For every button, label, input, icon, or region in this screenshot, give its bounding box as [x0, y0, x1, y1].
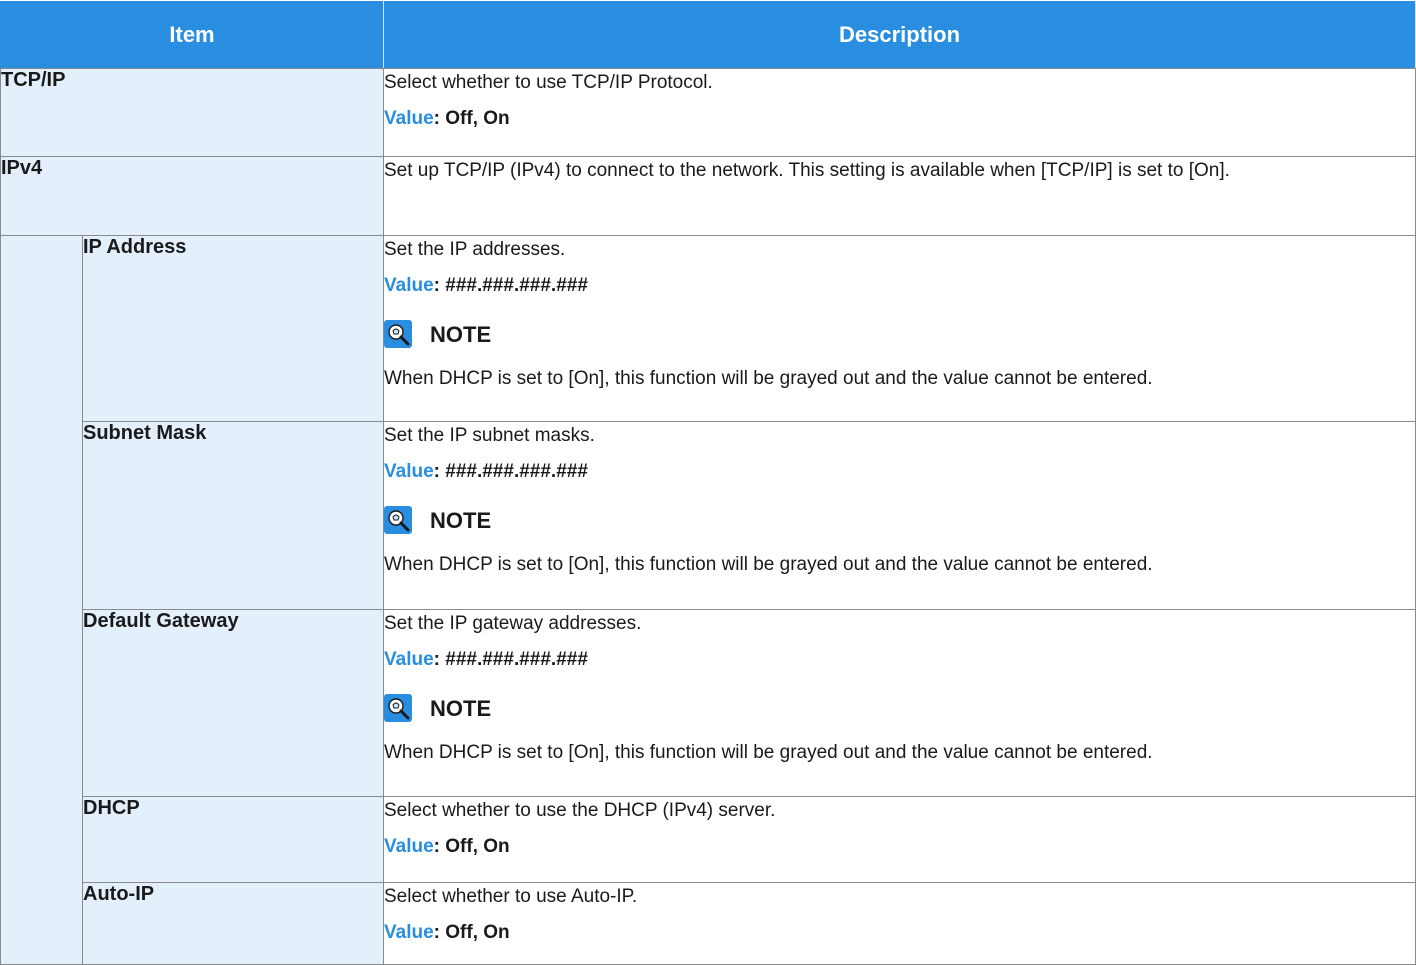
desc-ipv4: Set up TCP/IP (IPv4) to connect to the n…: [383, 156, 1416, 236]
desc-tcpip: Select whether to use TCP/IP Protocol. V…: [383, 68, 1416, 157]
value-line: Value: ###.###.###.###: [384, 272, 1415, 299]
desc-text: Select whether to use Auto-IP.: [384, 886, 638, 907]
value-text: : Off, On: [433, 922, 510, 943]
indent-cell: [0, 882, 83, 965]
note-text: When DHCP is set to [On], this function …: [384, 742, 1153, 763]
desc-subnet-mask: Set the IP subnet masks. Value: ###.###.…: [383, 421, 1416, 610]
lightbulb-magnifier-icon: [384, 320, 412, 348]
header-item: Item: [0, 0, 384, 69]
value-text: : ###.###.###.###: [433, 461, 588, 482]
desc-text: Select whether to use the DHCP (IPv4) se…: [384, 800, 776, 821]
value-label: Value: [384, 649, 434, 670]
table-row-tcpip: TCP/IP Select whether to use TCP/IP Prot…: [0, 68, 1416, 157]
table-row-auto-ip: Auto-IP Select whether to use Auto-IP. V…: [0, 882, 1416, 965]
desc-default-gateway: Set the IP gateway addresses. Value: ###…: [383, 609, 1416, 797]
value-line: Value: Off, On: [384, 833, 1415, 860]
desc-text: Set up TCP/IP (IPv4) to connect to the n…: [384, 160, 1230, 181]
value-label: Value: [384, 275, 434, 296]
value-label: Value: [384, 461, 434, 482]
item-subnet-mask: Subnet Mask: [82, 421, 384, 610]
indent-cell: [0, 421, 83, 610]
desc-text: Set the IP subnet masks.: [384, 425, 595, 446]
lightbulb-magnifier-icon: [384, 694, 412, 722]
item-ipv4: IPv4: [0, 156, 384, 236]
value-text: : ###.###.###.###: [433, 275, 588, 296]
desc-text: Set the IP gateway addresses.: [384, 613, 642, 634]
value-label: Value: [384, 922, 434, 943]
desc-dhcp: Select whether to use the DHCP (IPv4) se…: [383, 796, 1416, 883]
table-row-dhcp: DHCP Select whether to use the DHCP (IPv…: [0, 796, 1416, 883]
desc-auto-ip: Select whether to use Auto-IP. Value: Of…: [383, 882, 1416, 965]
lightbulb-magnifier-icon: [384, 506, 412, 534]
item-auto-ip: Auto-IP: [82, 882, 384, 965]
item-dhcp: DHCP: [82, 796, 384, 883]
note-heading: NOTE: [384, 503, 1415, 537]
settings-table: Item Description TCP/IP Select whether t…: [0, 0, 1416, 965]
desc-text: Set the IP addresses.: [384, 239, 566, 260]
table-row-ipv4: IPv4 Set up TCP/IP (IPv4) to connect to …: [0, 156, 1416, 236]
note-text: When DHCP is set to [On], this function …: [384, 554, 1153, 575]
value-text: : Off, On: [433, 836, 510, 857]
table-row-ip-address: IP Address Set the IP addresses. Value: …: [0, 235, 1416, 422]
table-row-subnet-mask: Subnet Mask Set the IP subnet masks. Val…: [0, 421, 1416, 610]
indent-cell: [0, 609, 83, 797]
desc-ip-address: Set the IP addresses. Value: ###.###.###…: [383, 235, 1416, 422]
item-ip-address: IP Address: [82, 235, 384, 422]
note-heading: NOTE: [384, 691, 1415, 725]
value-line: Value: Off, On: [384, 919, 1415, 946]
value-line: Value: ###.###.###.###: [384, 458, 1415, 485]
note-title: NOTE: [430, 695, 492, 721]
value-label: Value: [384, 836, 434, 857]
value-line: Value: Off, On: [384, 105, 1415, 132]
note-title: NOTE: [430, 507, 492, 533]
table-row-default-gateway: Default Gateway Set the IP gateway addre…: [0, 609, 1416, 797]
item-default-gateway: Default Gateway: [82, 609, 384, 797]
value-text: : ###.###.###.###: [433, 649, 588, 670]
value-line: Value: ###.###.###.###: [384, 646, 1415, 673]
indent-cell: [0, 235, 83, 422]
header-description: Description: [383, 0, 1416, 69]
note-title: NOTE: [430, 321, 492, 347]
desc-text: Select whether to use TCP/IP Protocol.: [384, 72, 713, 93]
item-tcpip: TCP/IP: [0, 68, 384, 157]
indent-cell: [0, 796, 83, 883]
value-text: : Off, On: [433, 108, 510, 129]
table-header-row: Item Description: [0, 0, 1416, 69]
note-text: When DHCP is set to [On], this function …: [384, 368, 1153, 389]
value-label: Value: [384, 108, 434, 129]
note-heading: NOTE: [384, 317, 1415, 351]
